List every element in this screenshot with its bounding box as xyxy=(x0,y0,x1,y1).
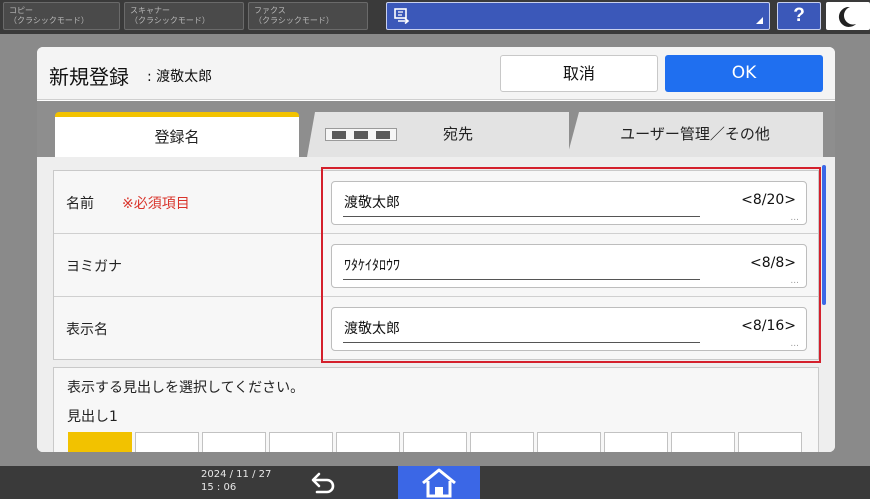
heading-group-label: 見出し1 xyxy=(67,409,118,425)
scanner-classic-button[interactable]: スキャナー （クラシックモード） xyxy=(124,2,244,30)
app-switcher[interactable] xyxy=(386,2,770,30)
heading-select-panel: 表示する見出しを選択してください。 見出し1 xyxy=(53,367,819,452)
clock: 2024 / 11 / 27 15 : 06 xyxy=(201,468,271,494)
app-switch-icon xyxy=(394,8,410,25)
heading-key[interactable] xyxy=(135,432,199,452)
home-button[interactable] xyxy=(398,466,480,499)
dialog-subtitle: : 渡敬太郎 xyxy=(147,69,213,85)
dropdown-corner-icon xyxy=(756,17,763,24)
fax-button-line2: （クラシックモード） xyxy=(254,16,334,25)
system-bottom-bar: 2024 / 11 / 27 15 : 06 xyxy=(0,466,870,499)
system-top-bar: コピー （クラシックモード） スキャナー （クラシックモード） ファクス （クラ… xyxy=(0,0,870,34)
heading-key[interactable] xyxy=(738,432,802,452)
required-note: ※必須項目 xyxy=(122,196,190,212)
copy-button-line1: コピー xyxy=(9,6,33,15)
moon-icon xyxy=(838,6,856,27)
mail-icon xyxy=(354,131,368,139)
tab-user-management[interactable]: ユーザー管理／その他 xyxy=(567,112,823,157)
form-scrollbar[interactable] xyxy=(822,165,826,305)
fax-classic-button[interactable]: ファクス （クラシックモード） xyxy=(248,2,368,30)
scanner-button-line2: （クラシックモード） xyxy=(130,16,210,25)
heading-key[interactable] xyxy=(671,432,735,452)
copy-button-line2: （クラシックモード） xyxy=(9,16,89,25)
home-icon xyxy=(422,468,456,498)
ok-button[interactable]: OK xyxy=(665,55,823,92)
heading-key[interactable] xyxy=(269,432,333,452)
date-text: 2024 / 11 / 27 xyxy=(201,469,272,480)
time-text: 15 : 06 xyxy=(201,482,237,493)
back-arrow-icon xyxy=(311,472,335,494)
fax-button-line1: ファクス xyxy=(254,6,286,15)
fax-icon xyxy=(332,131,346,139)
heading-key[interactable] xyxy=(403,432,467,452)
display-name-label: 表示名 xyxy=(66,322,108,338)
tab-registration-name[interactable]: 登録名 xyxy=(55,112,299,157)
tab-strip: 登録名 宛先 ユーザー管理／その他 xyxy=(37,101,835,157)
heading-key[interactable] xyxy=(470,432,534,452)
heading-key[interactable] xyxy=(604,432,668,452)
new-registration-dialog: 新規登録 : 渡敬太郎 取消 OK 登録名 宛先 ユーザー管理／その他 名前 ※… xyxy=(37,47,835,452)
destination-type-icons xyxy=(325,128,397,141)
cancel-button[interactable]: 取消 xyxy=(500,55,658,92)
help-button[interactable]: ? xyxy=(777,2,821,30)
heading-key[interactable] xyxy=(202,432,266,452)
tab-destination-label: 宛先 xyxy=(442,125,473,143)
dialog-title: 新規登録 xyxy=(49,65,129,89)
heading-key[interactable] xyxy=(68,432,132,452)
energy-saver-button[interactable] xyxy=(826,2,870,30)
heading-key[interactable] xyxy=(336,432,400,452)
heading-select-prompt: 表示する見出しを選択してください。 xyxy=(67,380,305,396)
back-button[interactable] xyxy=(305,471,341,495)
copy-classic-button[interactable]: コピー （クラシックモード） xyxy=(3,2,120,30)
name-label: 名前 xyxy=(66,196,94,212)
reading-label: ヨミガナ xyxy=(66,259,122,275)
scanner-button-line1: スキャナー xyxy=(130,6,170,15)
folder-icon xyxy=(376,131,390,139)
heading-key[interactable] xyxy=(537,432,601,452)
highlight-annotation-box xyxy=(321,167,821,363)
dialog-header: 新規登録 : 渡敬太郎 取消 OK xyxy=(37,47,835,100)
tab-destination[interactable]: 宛先 xyxy=(307,112,569,157)
tab-content: 名前 ※必須項目 渡敬太郎 <8/20> ... ヨミガナ ﾜﾀｹｲﾀﾛｳﾜ <… xyxy=(37,157,835,452)
